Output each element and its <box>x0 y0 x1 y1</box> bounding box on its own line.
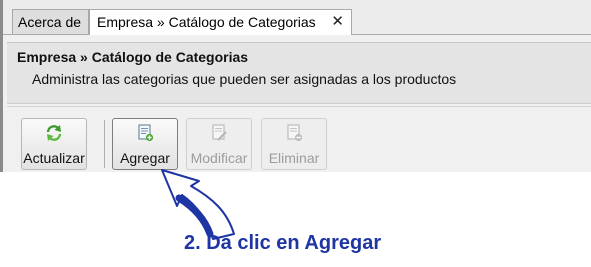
instruction-caption: 2. Da clic en Agregar <box>184 232 382 254</box>
pointer-arrow-icon <box>161 169 235 240</box>
